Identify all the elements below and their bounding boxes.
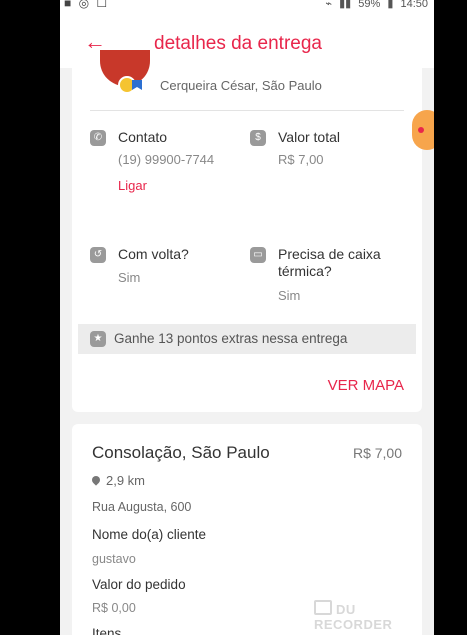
letterbox-right: [434, 0, 467, 635]
letterbox-left: [0, 0, 60, 635]
client-value: gustavo: [92, 552, 136, 566]
return-label: Com volta?: [118, 246, 189, 262]
clock: 14:50: [400, 0, 428, 10]
stop-distance: 2,9 km: [106, 473, 146, 488]
recorder-watermark: DU RECORDER: [314, 600, 434, 632]
contact-value: (19) 99900-7744: [118, 152, 215, 167]
order-value: R$ 0,00: [92, 601, 136, 615]
view-map-button[interactable]: VER MAPA: [328, 377, 404, 394]
help-bubble[interactable]: [412, 110, 434, 150]
items-label: Itens: [92, 626, 122, 635]
origin-address: Cerqueira César, São Paulo: [160, 78, 322, 93]
notification-dot: [418, 127, 424, 133]
divider: [90, 110, 404, 111]
ribbon-icon: [132, 80, 142, 90]
battery-percent: 59%: [358, 0, 381, 10]
thermal-value: Sim: [278, 288, 301, 303]
location-pin-icon: [90, 474, 102, 486]
return-icon: ↺: [90, 247, 106, 263]
battery-icon: ▮: [387, 0, 394, 10]
cast-icon: ⌁: [325, 0, 333, 10]
stop-distance-row: 2,9 km: [90, 473, 146, 488]
stop-price: R$ 7,00: [352, 445, 402, 461]
client-label: Nome do(a) cliente: [92, 527, 207, 542]
return-value: Sim: [118, 270, 141, 285]
delivery-details-card: Cerqueira César, São Paulo ✆ Contato (19…: [72, 50, 422, 412]
status-notification-icons: ■ ◎ ☐: [64, 0, 110, 10]
status-system-info: ⌁ ▮▮ 59% ▮ 14:50: [321, 0, 428, 10]
thermal-label-line2: térmica?: [278, 263, 332, 279]
stop-street: Rua Augusta, 600: [92, 500, 192, 514]
stop-neighborhood: Consolação, São Paulo: [92, 443, 270, 462]
star-icon: ★: [90, 331, 106, 347]
phone-icon: ✆: [90, 130, 106, 146]
thermal-box-icon: ▭: [250, 247, 266, 263]
money-icon: $: [250, 130, 266, 146]
total-value: R$ 7,00: [278, 152, 324, 167]
page-title: detalhes da entrega: [154, 33, 322, 54]
thermal-label-line1: Precisa de caixa: [278, 246, 381, 262]
total-label: Valor total: [278, 129, 340, 145]
call-link[interactable]: Ligar: [118, 178, 147, 193]
bonus-banner: ★ Ganhe 13 pontos extras nessa entrega: [78, 324, 416, 354]
order-value-label: Valor do pedido: [92, 577, 186, 592]
camera-icon: [314, 600, 332, 615]
contact-label: Contato: [118, 129, 168, 145]
signal-icon: ▮▮: [339, 0, 352, 10]
bonus-text: Ganhe 13 pontos extras nessa entrega: [114, 331, 348, 346]
phone-screen: ■ ◎ ☐ ⌁ ▮▮ 59% ▮ 14:50 ← detalhes da ent…: [60, 0, 434, 635]
status-bar: ■ ◎ ☐ ⌁ ▮▮ 59% ▮ 14:50: [60, 0, 434, 20]
